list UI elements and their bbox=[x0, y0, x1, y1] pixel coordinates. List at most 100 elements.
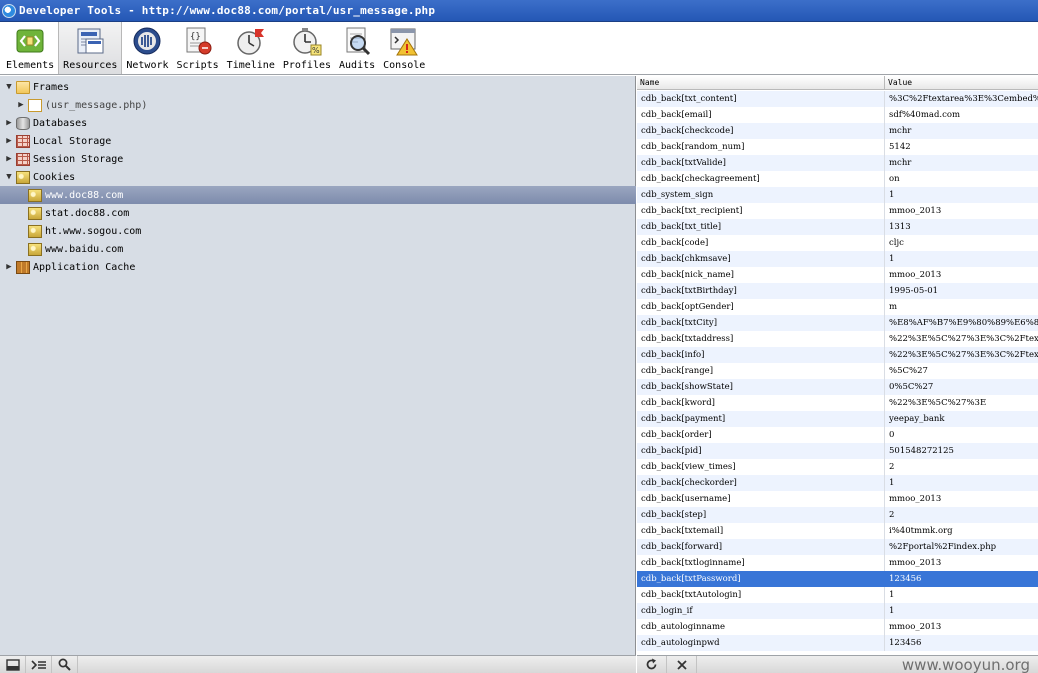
status-bar-right: www.wooyun.org bbox=[637, 655, 1038, 673]
refresh-icon[interactable] bbox=[637, 656, 667, 673]
table-row[interactable]: cdb_back[txtValide] mchr bbox=[637, 155, 1038, 171]
collapsed-triangle-icon[interactable]: ▶ bbox=[4, 154, 14, 164]
table-row[interactable]: cdb_back[txt_content] %3C%2Ftextarea%3E%3… bbox=[637, 91, 1038, 107]
tree-item-cookies[interactable]: ▼ Cookies bbox=[0, 168, 636, 186]
collapsed-triangle-icon[interactable]: ▶ bbox=[4, 136, 14, 146]
table-row[interactable]: cdb_back[checkagreement] on bbox=[637, 171, 1038, 187]
cookie-name-cell: cdb_back[txtaddress] bbox=[637, 331, 885, 347]
table-row[interactable]: cdb_back[range] %5C%27 bbox=[637, 363, 1038, 379]
cookie-domain-item[interactable]: www.doc88.com bbox=[0, 186, 636, 204]
table-row[interactable]: cdb_back[order] 0 bbox=[637, 427, 1038, 443]
svg-text:{}: {} bbox=[190, 32, 201, 42]
table-row[interactable]: cdb_back[optGender] m bbox=[637, 299, 1038, 315]
tree-item-local-storage[interactable]: ▶ Local Storage bbox=[0, 132, 636, 150]
tree-item-frame-usr-message[interactable]: ▶ (usr_message.php) bbox=[0, 96, 636, 114]
table-row[interactable]: cdb_back[txt_recipient] mmoo_2013 bbox=[637, 203, 1038, 219]
table-row[interactable]: cdb_back[payment] yeepay_bank bbox=[637, 411, 1038, 427]
table-row[interactable]: cdb_back[txt_title] 1313 bbox=[637, 219, 1038, 235]
table-row[interactable]: cdb_back[view_times] 2 bbox=[637, 459, 1038, 475]
database-icon bbox=[16, 116, 30, 130]
tab-resources[interactable]: Resources bbox=[58, 22, 123, 74]
table-row[interactable]: cdb_back[random_num] 5142 bbox=[637, 139, 1038, 155]
table-row[interactable]: cdb_back[chkmsave] 1 bbox=[637, 251, 1038, 267]
table-row[interactable]: cdb_back[username] mmoo_2013 bbox=[637, 491, 1038, 507]
tab-label: Resources bbox=[63, 60, 118, 71]
cookie-value-cell: m bbox=[889, 302, 898, 312]
cookie-value-cell: 0 bbox=[889, 430, 895, 440]
collapsed-triangle-icon[interactable]: ▶ bbox=[16, 100, 26, 110]
cookie-value-cell: mmoo_2013 bbox=[889, 558, 942, 568]
collapsed-triangle-icon[interactable]: ▶ bbox=[4, 118, 14, 128]
table-row[interactable]: cdb_system_sign 1 bbox=[637, 187, 1038, 203]
delete-icon[interactable] bbox=[667, 656, 697, 673]
tree-item-application-cache[interactable]: ▶ Application Cache bbox=[0, 258, 636, 276]
table-row[interactable]: cdb_back[txtAutologin] 1 bbox=[637, 587, 1038, 603]
column-header-value[interactable]: Value bbox=[885, 76, 912, 89]
cookie-value-cell: %E8%AF%B7%E9%80%89%E6%8B%A9 bbox=[889, 318, 1038, 328]
collapsed-triangle-icon[interactable]: ▶ bbox=[4, 262, 14, 272]
tab-label: Console bbox=[383, 60, 426, 71]
watermark: www.wooyun.org bbox=[901, 656, 1030, 673]
tree-item-frames[interactable]: ▼ Frames bbox=[0, 78, 636, 96]
table-row[interactable]: cdb_back[txtaddress] %22%3E%5C%27%3E%3C%2… bbox=[637, 331, 1038, 347]
table-row[interactable]: cdb_login_if 1 bbox=[637, 603, 1038, 619]
cookie-value-cell: 123456 bbox=[889, 574, 922, 584]
table-row[interactable]: cdb_back[txtemail] i%40tmmk.org bbox=[637, 523, 1038, 539]
table-row[interactable]: cdb_back[checkorder] 1 bbox=[637, 475, 1038, 491]
audits-icon bbox=[341, 25, 373, 57]
table-row[interactable]: cdb_back[txtPassword] 123456 bbox=[637, 571, 1038, 587]
profiles-icon: % bbox=[291, 25, 323, 57]
cookie-name-cell: cdb_back[step] bbox=[637, 507, 885, 523]
cookie-value-cell: i%40tmmk.org bbox=[889, 526, 953, 536]
tab-elements[interactable]: Elements bbox=[2, 22, 58, 74]
tree-item-session-storage[interactable]: ▶ Session Storage bbox=[0, 150, 636, 168]
console-toggle-icon[interactable] bbox=[26, 656, 52, 673]
table-body: cdb_back[txt_content] %3C%2Ftextarea%3E%3… bbox=[637, 91, 1038, 651]
tree-item-databases[interactable]: ▶ Databases bbox=[0, 114, 636, 132]
cookie-name-cell: cdb_back[nick_name] bbox=[637, 267, 885, 283]
cookie-domain-label: ht.www.sogou.com bbox=[45, 225, 142, 237]
table-row[interactable]: cdb_back[kword] %22%3E%5C%27%3E bbox=[637, 395, 1038, 411]
cookie-domain-item[interactable]: ht.www.sogou.com bbox=[0, 222, 636, 240]
table-row[interactable]: cdb_back[nick_name] mmoo_2013 bbox=[637, 267, 1038, 283]
table-row[interactable]: cdb_back[forward] %2Fportal%2Findex.php bbox=[637, 539, 1038, 555]
table-row[interactable]: cdb_back[txtloginname] mmoo_2013 bbox=[637, 555, 1038, 571]
cookie-name-cell: cdb_back[checkcode] bbox=[637, 123, 885, 139]
tab-console[interactable]: Console bbox=[379, 22, 429, 74]
cookie-value-cell: 0%5C%27 bbox=[889, 382, 934, 392]
cookie-name-cell: cdb_back[code] bbox=[637, 235, 885, 251]
table-row[interactable]: cdb_back[pid] 501548272125 bbox=[637, 443, 1038, 459]
tab-audits[interactable]: Audits bbox=[335, 22, 379, 74]
table-row[interactable]: cdb_autologinname mmoo_2013 bbox=[637, 619, 1038, 635]
scripts-icon: {} bbox=[182, 25, 214, 57]
tab-network[interactable]: Network bbox=[122, 22, 172, 74]
table-row[interactable]: cdb_autologinpwd 123456 bbox=[637, 635, 1038, 651]
cookie-domain-item[interactable]: www.baidu.com bbox=[0, 240, 636, 258]
table-row[interactable]: cdb_back[showState] 0%5C%27 bbox=[637, 379, 1038, 395]
tab-profiles[interactable]: % Profiles bbox=[279, 22, 335, 74]
table-row[interactable]: cdb_back[checkcode] mchr bbox=[637, 123, 1038, 139]
storage-grid-icon bbox=[16, 134, 30, 148]
expanded-triangle-icon[interactable]: ▼ bbox=[4, 172, 14, 182]
console-icon bbox=[388, 25, 420, 57]
tab-timeline[interactable]: Timeline bbox=[223, 22, 279, 74]
cookie-table: Name Value cdb_back[txt_content] %3C%2Fte… bbox=[637, 76, 1038, 655]
search-icon[interactable] bbox=[52, 656, 78, 673]
cookie-value-cell: mmoo_2013 bbox=[889, 494, 942, 504]
table-row[interactable]: cdb_back[info] %22%3E%5C%27%3E%3C%2Ftexta… bbox=[637, 347, 1038, 363]
table-row[interactable]: cdb_back[email] sdf%40mad.com bbox=[637, 107, 1038, 123]
cookie-value-cell: 1 bbox=[889, 606, 895, 616]
tab-scripts[interactable]: {} Scripts bbox=[173, 22, 223, 74]
column-header-name[interactable]: Name bbox=[637, 76, 885, 89]
table-row[interactable]: cdb_back[step] 2 bbox=[637, 507, 1038, 523]
expanded-triangle-icon[interactable]: ▼ bbox=[4, 82, 14, 92]
table-row[interactable]: cdb_back[code] cljc bbox=[637, 235, 1038, 251]
dock-icon[interactable] bbox=[0, 656, 26, 673]
cookie-name-cell: cdb_back[email] bbox=[637, 107, 885, 123]
cookie-value-cell: %22%3E%5C%27%3E%3C%2Ftextarea% bbox=[889, 350, 1038, 360]
table-row[interactable]: cdb_back[txtBirthday] 1995-05-01 bbox=[637, 283, 1038, 299]
table-row[interactable]: cdb_back[txtCity] %E8%AF%B7%E9%80%89%E6%8… bbox=[637, 315, 1038, 331]
table-header: Name Value bbox=[637, 76, 1038, 90]
cookie-icon bbox=[28, 188, 42, 202]
cookie-domain-item[interactable]: stat.doc88.com bbox=[0, 204, 636, 222]
